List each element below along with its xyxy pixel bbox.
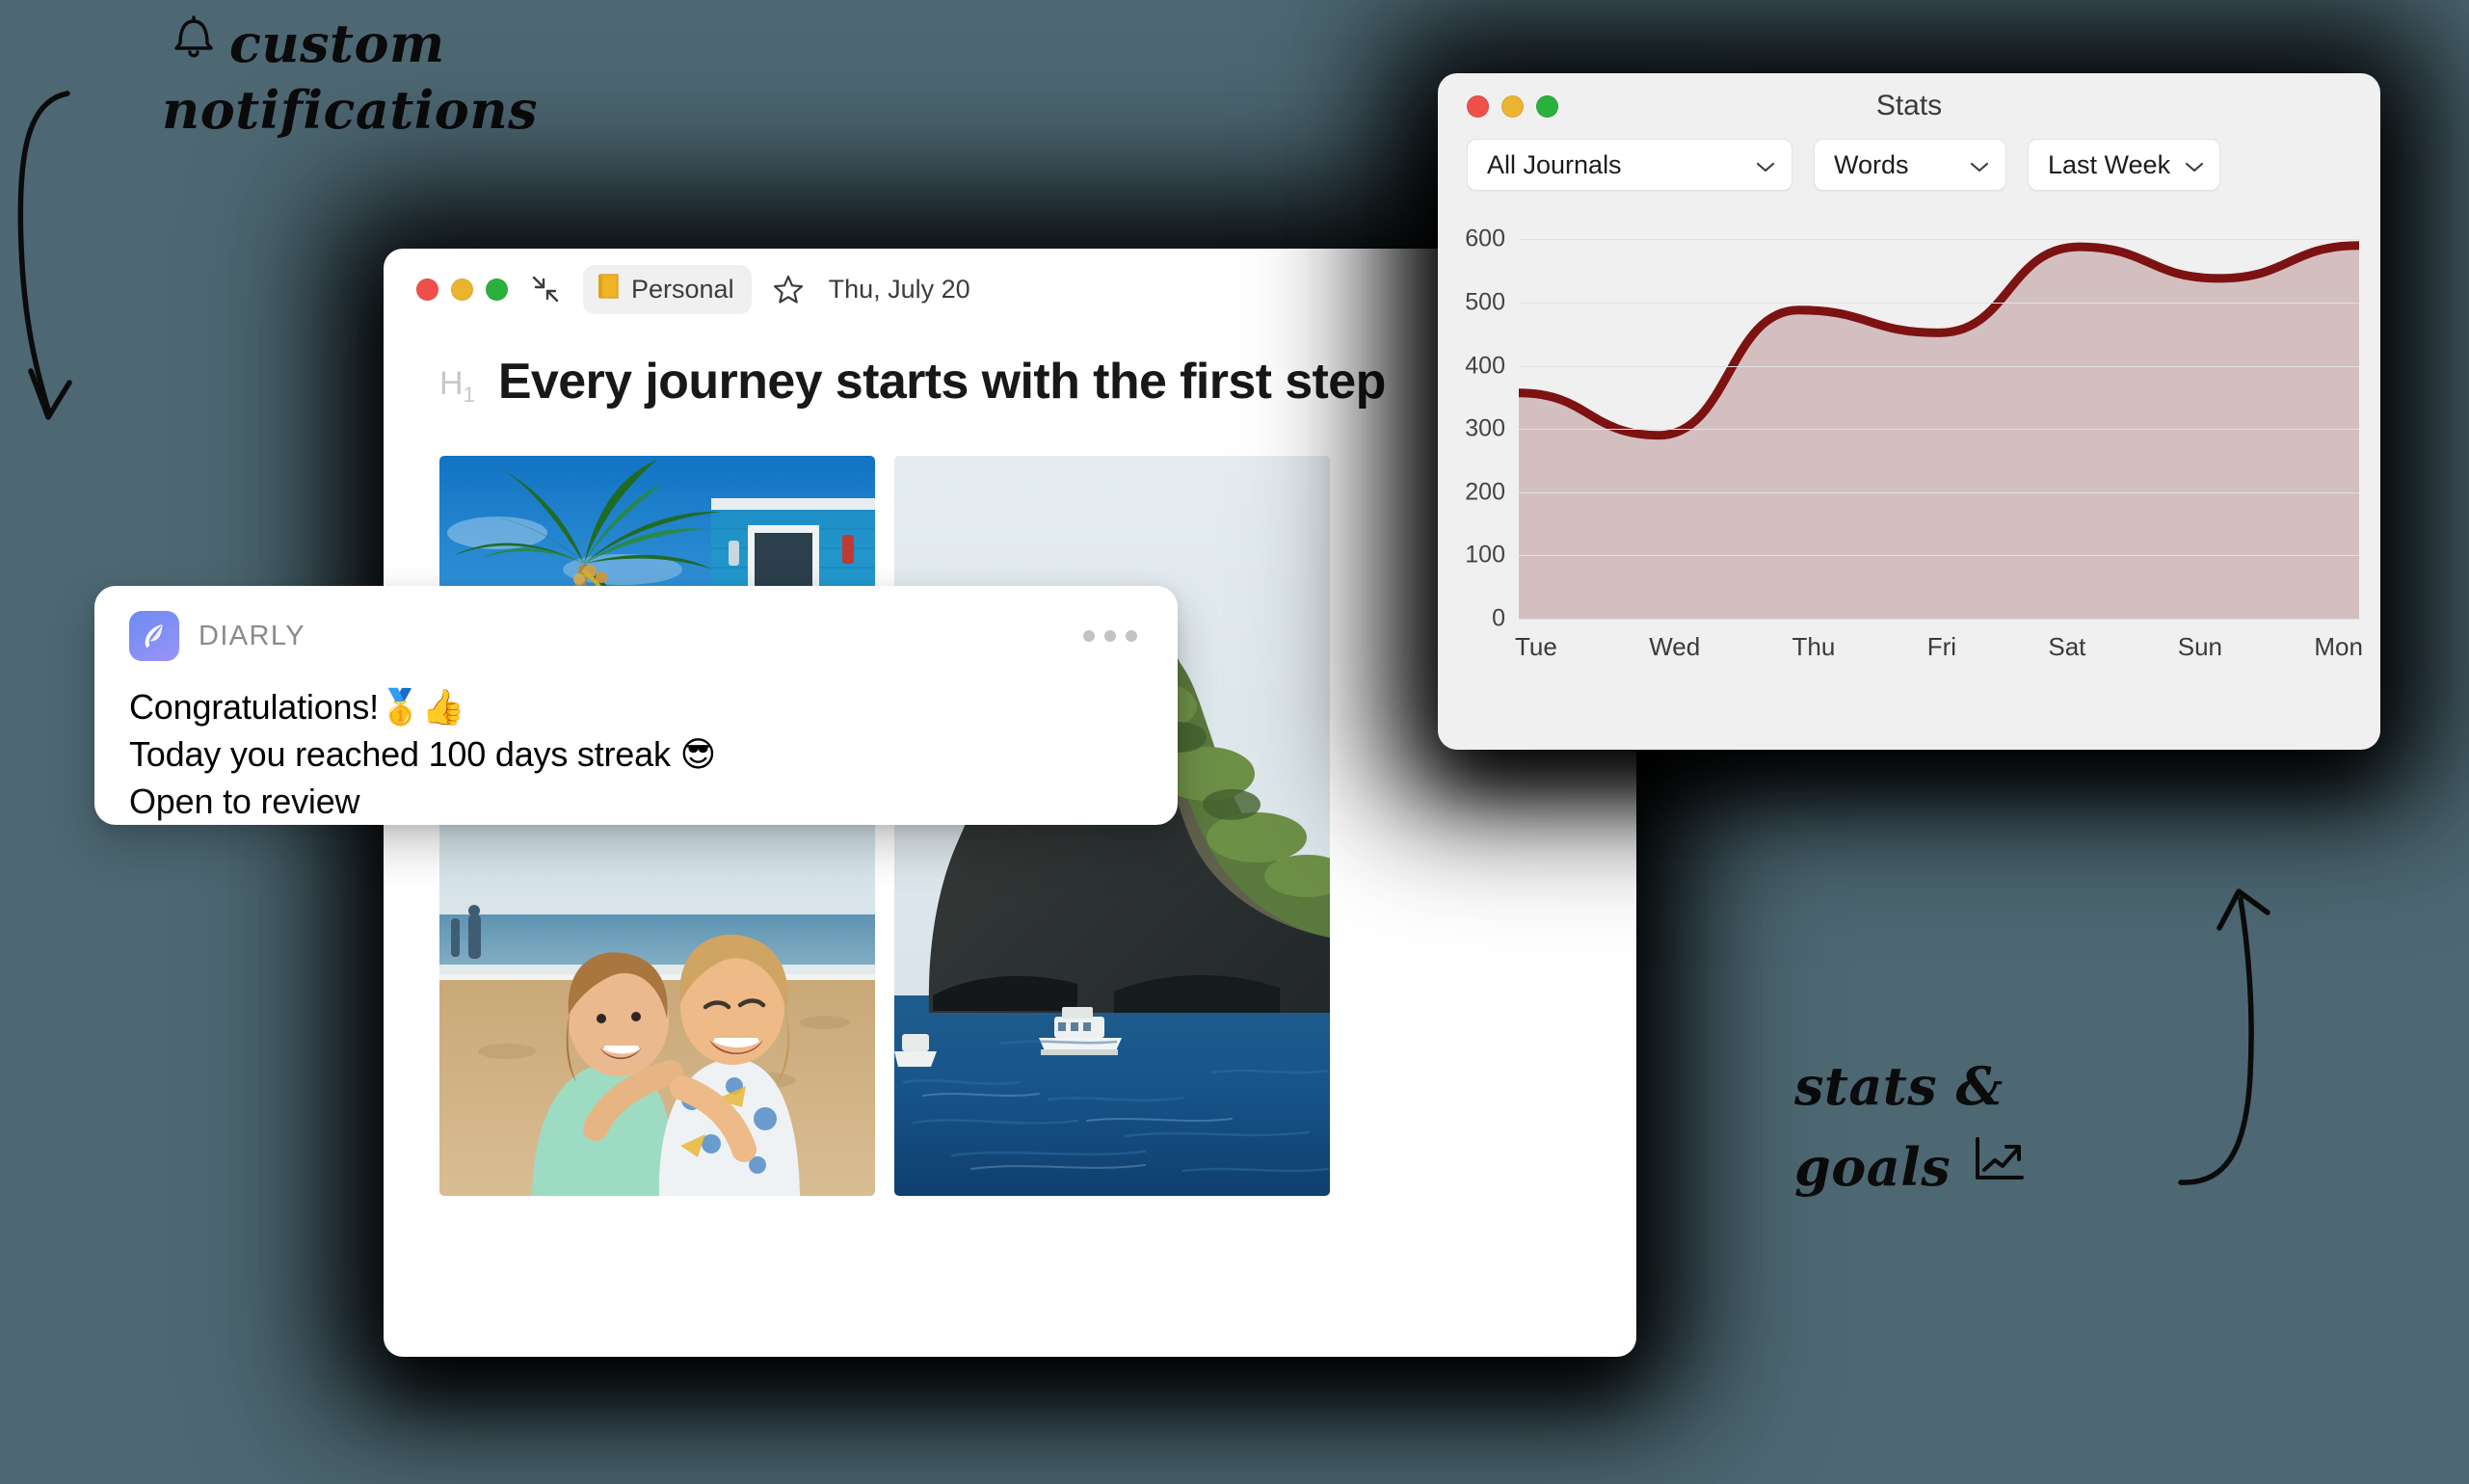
annotation-line-2: goals [1794, 1136, 1951, 1198]
window-traffic-lights [416, 278, 508, 301]
heading-level-tag: H1 [439, 365, 475, 407]
trending-up-chart-icon [1972, 1126, 2028, 1207]
bell-icon [172, 12, 216, 74]
close-button[interactable] [416, 278, 438, 301]
y-tick-label: 200 [1465, 478, 1505, 506]
notification-line-1-emoji: 🥇👍 [378, 688, 465, 728]
x-tick-label: Sat [2048, 632, 2086, 661]
x-tick-label: Mon [2314, 632, 2363, 661]
annotation-line-2: notifications [162, 79, 538, 141]
minimize-button[interactable] [451, 278, 473, 301]
y-tick-label: 600 [1465, 225, 1505, 252]
chart-plot-area: 0 100 200 300 400 500 600 [1465, 214, 2359, 632]
toolbar-date: Thu, July 20 [828, 274, 970, 304]
page-canvas: custom notifications stats & goals Perso… [0, 0, 2469, 1484]
stats-window: Stats All Journals Words Last Week 0 100… [1438, 73, 2380, 750]
notification-line-2: Today you reached 100 days streak 😎 [129, 734, 717, 775]
more-dots-icon[interactable] [1083, 630, 1143, 642]
notification-line-1: Congratulations!🥇👍 [129, 687, 465, 728]
notification-body: Congratulations!🥇👍 Today you reached 100… [129, 684, 1143, 825]
chart-x-axis: Tue Wed Thu Fri Sat Sun Mon [1515, 632, 2363, 662]
chevron-down-icon [1755, 150, 1776, 180]
y-tick-label: 100 [1465, 541, 1505, 569]
gridline [1519, 619, 2359, 620]
chart-area-series [1519, 214, 2359, 620]
annotation-stats-goals: stats & goals [1794, 1046, 2028, 1207]
notification-card[interactable]: DIARLY Congratulations!🥇👍 Today you reac… [94, 586, 1178, 825]
gridline [1519, 239, 2359, 241]
journal-chip-label: Personal [631, 274, 734, 304]
diarly-feather-icon [129, 611, 179, 661]
stats-titlebar: Stats [1438, 73, 2380, 139]
photo-island[interactable] [894, 455, 1330, 1196]
stats-chart: 0 100 200 300 400 500 600 Tue Wed Thu Fri Sat Sun Mo… [1459, 214, 2359, 667]
x-tick-label: Tue [1515, 632, 1557, 661]
x-tick-label: Thu [1792, 632, 1836, 661]
x-tick-label: Wed [1649, 632, 1701, 661]
orange-notebook-icon [597, 273, 622, 306]
range-select[interactable]: Last Week [2028, 139, 2220, 191]
photo-grid [439, 455, 1598, 1196]
annotation-arrow-stats [2178, 888, 2270, 1185]
gridline [1519, 555, 2359, 557]
range-select-value: Last Week [2048, 149, 2171, 179]
journal-select-value: All Journals [1487, 149, 1622, 179]
gridline [1519, 302, 2359, 304]
annotation-custom-notifications: custom notifications [162, 12, 538, 146]
stats-window-title: Stats [1875, 90, 1943, 121]
document-heading-row: H1 Every journey starts with the first s… [439, 353, 1598, 411]
y-tick-label: 0 [1492, 604, 1505, 632]
y-tick-label: 400 [1465, 352, 1505, 379]
gridline [1519, 365, 2359, 367]
notification-header: DIARLY [129, 611, 1143, 661]
maximize-button[interactable] [486, 278, 508, 301]
annotation-line-1: stats & [1794, 1055, 2004, 1117]
notification-line-2-emoji: 😎 [679, 735, 717, 775]
document-heading[interactable]: Every journey starts with the first step [498, 353, 1387, 411]
x-tick-label: Sun [2177, 632, 2222, 661]
y-tick-label: 300 [1465, 414, 1505, 442]
annotation-arrow-notifications [17, 91, 72, 420]
metric-select[interactable]: Words [1814, 139, 2006, 191]
collapse-arrows-icon[interactable] [529, 273, 562, 305]
gridline [1519, 429, 2359, 431]
chevron-down-icon [2184, 150, 2205, 180]
chevron-down-icon [1969, 150, 1990, 180]
photo-column-left [439, 455, 875, 1196]
notification-line-3: Open to review [129, 782, 360, 821]
notification-app-name: DIARLY [199, 620, 306, 651]
y-tick-label: 500 [1465, 288, 1505, 316]
journal-chip[interactable]: Personal [583, 264, 752, 314]
annotation-line-1: custom [229, 12, 445, 74]
star-outline-icon[interactable] [773, 274, 804, 305]
metric-select-value: Words [1834, 149, 1909, 179]
stats-filter-bar: All Journals Words Last Week [1438, 139, 2380, 191]
journal-select[interactable]: All Journals [1467, 139, 1792, 191]
x-tick-label: Fri [1926, 632, 1957, 661]
gridline [1519, 491, 2359, 493]
photo-kids-beach[interactable] [439, 809, 875, 1196]
